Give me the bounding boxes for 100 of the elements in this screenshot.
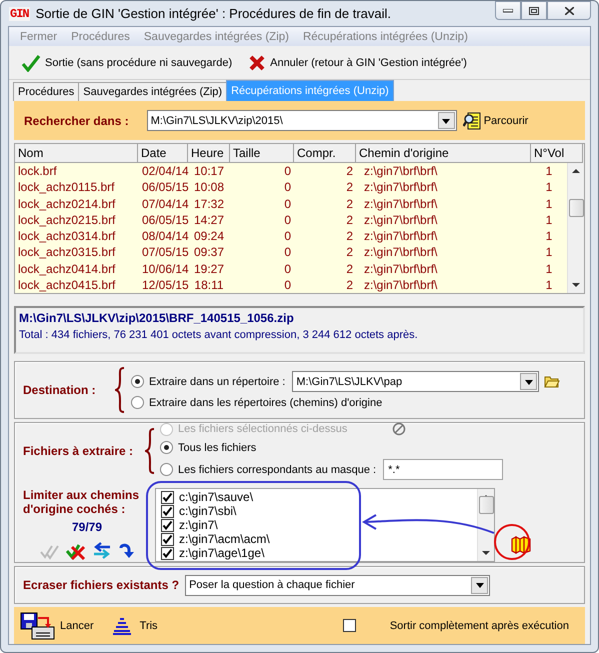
tab[interactable]: Procédures	[13, 82, 80, 101]
overwrite-dropdown[interactable]: Poser la question à chaque fichier	[185, 574, 490, 596]
option-label: Tous les fichiers	[178, 442, 256, 454]
files-label: Fichiers à extraire :	[23, 444, 134, 458]
radio-button[interactable]	[160, 463, 173, 476]
curved-arrow-icon	[118, 542, 134, 560]
close-button[interactable]	[547, 1, 591, 20]
option-label: Les fichiers correspondants au masque :	[178, 464, 376, 476]
close-icon	[248, 54, 266, 72]
checkbox[interactable]	[161, 546, 174, 560]
uncheck-all-button[interactable]	[66, 542, 86, 560]
radio-button[interactable]	[160, 441, 173, 454]
table-cell-text: lock_achz0314.brf	[17, 228, 116, 244]
option-label: Extraire dans les répertoires (chemins) d'origine	[149, 396, 382, 408]
table-cell-text: 1	[544, 179, 554, 196]
table-cell-text: 2	[345, 179, 354, 196]
folder-dropdown[interactable]: M:\Gin7\LS\JLKV\zip\2015\	[146, 110, 457, 131]
archive-summary: Total : 434 fichiers, 76 231 401 octets avant compression, 3 244 612 octets après.	[19, 329, 419, 341]
close-icon	[564, 6, 574, 14]
table-cell-text: lock_achz0415.brf	[17, 276, 116, 293]
radio-button[interactable]	[131, 396, 144, 409]
jump-button[interactable]	[118, 542, 134, 560]
table-cell-text: 2	[345, 228, 354, 244]
table-cell-text: 08/04/14	[141, 228, 188, 244]
maximize-icon	[529, 6, 539, 14]
scrollbar[interactable]	[477, 489, 494, 561]
uncheck-icon	[66, 542, 86, 560]
table-cell-text: 2	[345, 244, 354, 260]
table-cell-text: 2	[345, 260, 354, 277]
window-title: Sortie de GIN 'Gestion intégrée' : Procédures de fin de travail.	[36, 6, 392, 21]
table-cell-text: z:\gin7\brf\brf\	[363, 260, 438, 277]
column-header[interactable]: Heure	[188, 144, 230, 163]
table-cell-text: 0	[283, 276, 292, 293]
path-label: z:\gin7\age\1ge\	[179, 546, 264, 560]
path-list[interactable]: c:\gin7\sauve\ c:\gin7\sbi\ z:\gin7\ z:\gin7\acm\acm\ z:\gin7\age\1ge\	[155, 488, 495, 562]
swap-arrows-icon	[92, 542, 112, 560]
table-cell-text: lock.brf	[17, 163, 58, 180]
checkbox[interactable]	[161, 532, 174, 546]
checkbox[interactable]	[342, 619, 356, 632]
checkbox[interactable]	[161, 504, 174, 518]
scrollbar[interactable]	[567, 163, 584, 293]
table-cell-text: lock_achz0215.brf	[17, 212, 116, 228]
table-cell-text: lock_achz0115.brf	[17, 179, 116, 196]
table-cell-text: 19:27	[192, 260, 226, 277]
accordion-button[interactable]	[511, 536, 531, 554]
table-cell-text: 2	[345, 163, 354, 180]
table-cell-text: 1	[544, 244, 554, 260]
option-label: Extraire dans un répertoire :	[149, 376, 286, 388]
table-cell-text: z:\gin7\brf\brf\	[363, 179, 438, 196]
search-label: Rechercher dans :	[24, 114, 129, 128]
prohibited-icon	[392, 422, 406, 436]
option-label: Les fichiers sélectionnés ci-dessus	[178, 423, 348, 435]
table-cell-text: z:\gin7\brf\brf\	[363, 228, 438, 244]
path-label: z:\gin7\	[179, 518, 218, 532]
table-cell-text: 1	[544, 196, 554, 212]
checkbox[interactable]	[161, 518, 174, 532]
browse-icon	[462, 112, 481, 130]
accordion-icon	[511, 536, 531, 554]
sort-button[interactable]: Tris	[112, 616, 158, 634]
column-header[interactable]: Compr.	[294, 144, 356, 163]
path-label: c:\gin7\sbi\	[179, 504, 236, 518]
table-cell-text: 0	[283, 196, 292, 212]
table-cell-text: 2	[345, 276, 354, 293]
app-logo: GIN	[9, 6, 30, 20]
invert-button[interactable]	[92, 542, 112, 560]
path-label: c:\gin7\sauve\	[179, 490, 254, 504]
table-cell-text: 0	[283, 179, 292, 196]
table-cell-text: 2	[345, 212, 354, 228]
browse-button[interactable]: Parcourir	[462, 112, 528, 130]
stack-lines-icon	[112, 616, 132, 634]
folder-icon[interactable]	[544, 375, 560, 388]
brace-icon	[115, 367, 125, 413]
table-cell-text: lock_achz0414.brf	[17, 260, 116, 277]
overwrite-label: Ecraser fichiers existants ?	[23, 578, 180, 592]
destination-dropdown[interactable]: M:\Gin7\LS\JLKV\pap	[292, 371, 540, 392]
table-cell-text: 06/05/15	[141, 179, 188, 196]
checkbox[interactable]	[161, 490, 174, 504]
table-cell-text: 07/05/15	[141, 244, 188, 260]
checkmark-icon	[21, 54, 41, 72]
table-cell-text: 14:27	[192, 212, 226, 228]
table-cell-text: 18:11	[193, 276, 225, 293]
table-cell-text: 07/04/14	[141, 196, 188, 212]
table-cell-text: z:\gin7\brf\brf\	[363, 244, 438, 260]
table-cell-text: 02/04/14	[141, 163, 188, 180]
launch-button[interactable]: Lancer	[20, 612, 94, 640]
column-header[interactable]: Taille	[230, 144, 294, 163]
radio-button[interactable]	[131, 375, 144, 388]
column-header[interactable]: Date	[138, 144, 188, 163]
minimize-button[interactable]	[495, 1, 521, 20]
table-cell-text: 2	[345, 196, 354, 212]
table-cell-text: z:\gin7\brf\brf\	[363, 276, 438, 293]
table-cell-text: 12/05/15	[141, 276, 188, 293]
table-cell-text: 09:37	[192, 244, 226, 260]
cancel-button[interactable]: Annuler (retour à GIN 'Gestion intégrée')	[244, 52, 471, 74]
maximize-button[interactable]	[521, 1, 547, 20]
column-header[interactable]: Nom	[15, 144, 138, 163]
exit-button[interactable]: Sortie (sans procédure ni sauvegarde)	[17, 52, 236, 74]
table-cell-text: 06/05/15	[141, 212, 188, 228]
column-header[interactable]: Chemin d'origine	[356, 144, 531, 163]
mask-field[interactable]: *.*	[383, 459, 504, 480]
